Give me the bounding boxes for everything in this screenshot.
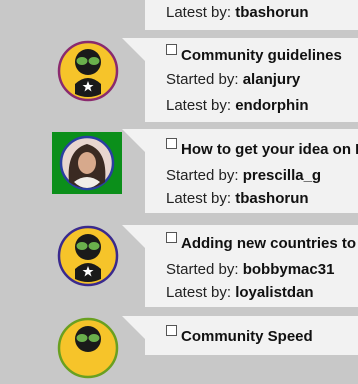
user-avatar[interactable] <box>57 225 119 287</box>
checkbox-icon[interactable] <box>166 138 177 149</box>
latest-by-line: Latest by: endorphin <box>166 97 309 114</box>
profile-photo <box>59 135 115 191</box>
title-row[interactable]: Community Speed <box>166 325 313 346</box>
latest-by-label: Latest by: <box>166 4 232 21</box>
latest-by-line: Latest by: loyalistdan <box>166 284 314 301</box>
latest-by-user[interactable]: loyalistdan <box>235 284 313 301</box>
ninja-icon <box>57 40 119 102</box>
latest-by-label: Latest by: <box>166 284 232 301</box>
card-pointer <box>122 316 146 340</box>
started-by-line: Started by: prescilla_g <box>166 167 321 184</box>
title-row[interactable]: Community guidelines <box>166 44 342 65</box>
started-by-line: Started by: alanjury <box>166 71 300 88</box>
ninja-icon <box>57 225 119 287</box>
card-pointer <box>122 225 146 249</box>
started-by-user[interactable]: alanjury <box>243 71 301 88</box>
topic-title[interactable]: Community Speed <box>181 328 313 345</box>
checkbox-icon[interactable] <box>166 232 177 243</box>
started-by-user[interactable]: bobbymac31 <box>243 261 335 278</box>
latest-by-line: Latest by: tbashorun <box>166 190 309 207</box>
checkbox-icon[interactable] <box>166 44 177 55</box>
topic-title[interactable]: Community guidelines <box>181 47 342 64</box>
latest-by-user[interactable]: tbashorun <box>235 190 308 207</box>
title-row[interactable]: How to get your idea on La <box>166 138 358 159</box>
topic-card: Latest by: tbashorun <box>145 0 358 30</box>
latest-by-label: Latest by: <box>166 190 232 207</box>
title-row[interactable]: Adding new countries to re <box>166 232 358 253</box>
started-by-user[interactable]: prescilla_g <box>243 167 321 184</box>
topic-title[interactable]: How to get your idea on La <box>181 141 358 158</box>
topic-card: How to get your idea on La Started by: p… <box>145 129 358 213</box>
started-by-line: Started by: bobbymac31 <box>166 261 334 278</box>
latest-by-user[interactable]: endorphin <box>235 97 308 114</box>
user-avatar[interactable] <box>57 40 119 102</box>
latest-by-line: Latest by: tbashorun <box>166 4 309 21</box>
latest-by-user[interactable]: tbashorun <box>235 4 308 21</box>
ninja-icon <box>57 317 119 379</box>
topic-title[interactable]: Adding new countries to re <box>181 235 358 252</box>
started-by-label: Started by: <box>166 71 239 88</box>
started-by-label: Started by: <box>166 261 239 278</box>
card-pointer <box>122 38 146 62</box>
user-avatar[interactable] <box>52 132 122 194</box>
topic-card: Community Speed <box>145 316 358 355</box>
topic-card: Community guidelines Started by: alanjur… <box>145 38 358 122</box>
checkbox-icon[interactable] <box>166 325 177 336</box>
topic-card: Adding new countries to re Started by: b… <box>145 225 358 307</box>
topic-list: Latest by: tbashorun Community guideline… <box>0 0 358 379</box>
started-by-label: Started by: <box>166 167 239 184</box>
card-pointer <box>122 129 146 153</box>
latest-by-label: Latest by: <box>166 97 232 114</box>
user-avatar[interactable] <box>57 317 119 379</box>
